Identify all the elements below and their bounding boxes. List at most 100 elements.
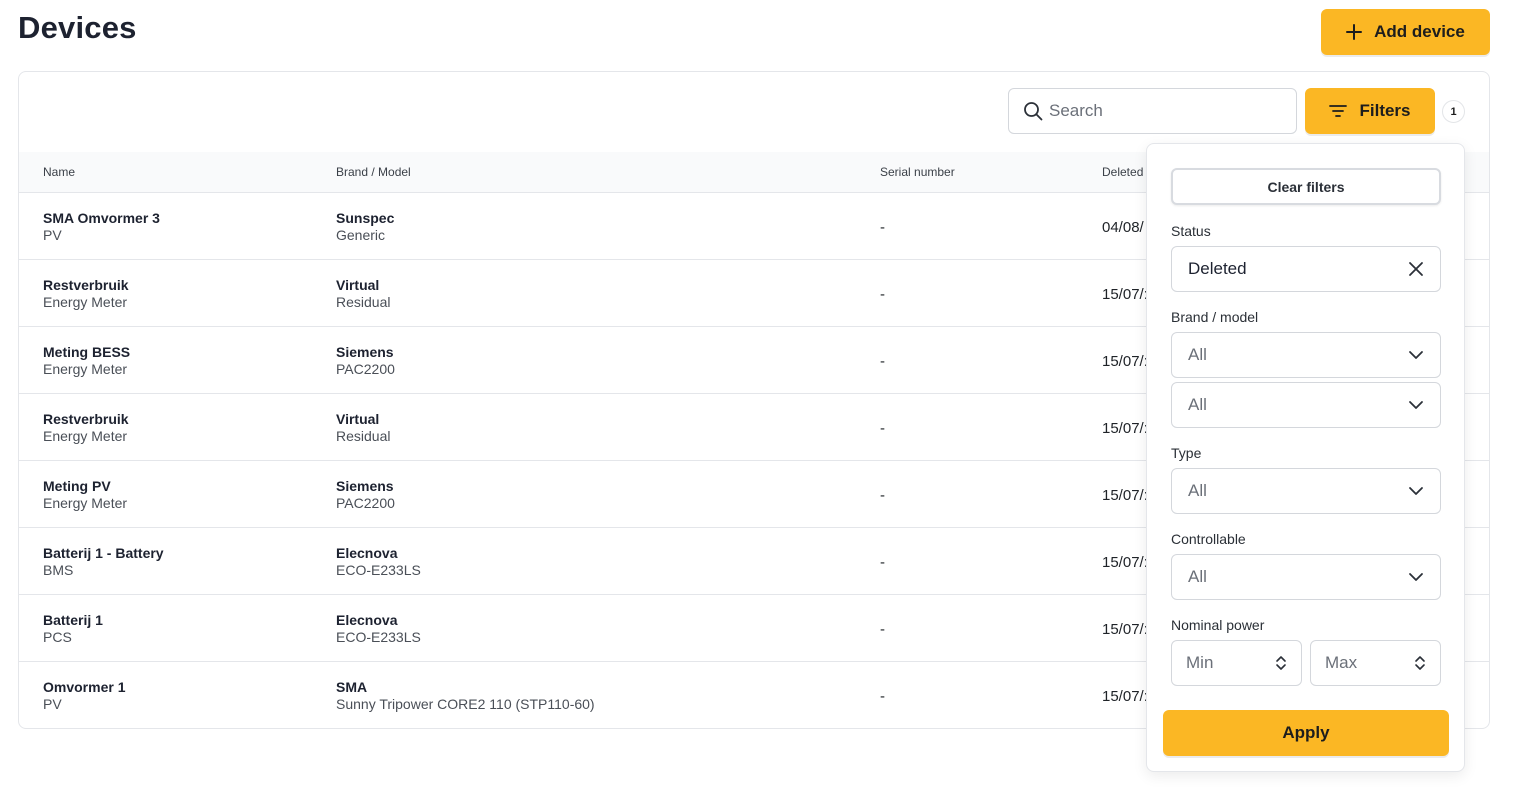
serial-number-cell: - bbox=[880, 688, 885, 705]
deleted-date-cell: 15/07/: bbox=[1102, 554, 1148, 571]
device-model: PAC2200 bbox=[336, 361, 395, 377]
max-placeholder: Max bbox=[1325, 653, 1358, 672]
device-name-cell: Restverbruik Energy Meter bbox=[43, 277, 129, 311]
brand-model-cell: Virtual Residual bbox=[336, 277, 390, 311]
device-brand: Siemens bbox=[336, 478, 394, 494]
active-filters-badge: 1 bbox=[1442, 100, 1465, 123]
serial-number-cell: - bbox=[880, 286, 885, 303]
device-type: BMS bbox=[43, 562, 74, 578]
brand-model-cell: SMA Sunny Tripower CORE2 110 (STP110-60) bbox=[336, 679, 595, 713]
device-name: Batterij 1 - Battery bbox=[43, 545, 164, 561]
deleted-date-cell: 15/07/: bbox=[1102, 688, 1148, 705]
device-name-cell: Batterij 1 PCS bbox=[43, 612, 103, 646]
filter-panel: Clear filters Status Deleted Brand / mod… bbox=[1146, 143, 1465, 772]
device-model: Sunny Tripower CORE2 110 (STP110-60) bbox=[336, 696, 595, 712]
brand-model-cell: Virtual Residual bbox=[336, 411, 390, 445]
device-name-cell: Omvormer 1 PV bbox=[43, 679, 125, 713]
clear-filters-button[interactable]: Clear filters bbox=[1171, 168, 1441, 205]
column-header-deleted[interactable]: Deleted bbox=[1102, 165, 1143, 179]
nominal-power-max-input[interactable]: Max bbox=[1310, 640, 1441, 686]
chevron-down-icon bbox=[1409, 573, 1423, 581]
device-brand: Elecnova bbox=[336, 612, 398, 628]
type-value: All bbox=[1188, 481, 1207, 500]
controllable-label: Controllable bbox=[1171, 531, 1246, 547]
deleted-date-cell: 15/07/: bbox=[1102, 487, 1148, 504]
device-model: Residual bbox=[336, 428, 391, 444]
device-name-cell: Restverbruik Energy Meter bbox=[43, 411, 129, 445]
device-type: PCS bbox=[43, 629, 72, 645]
device-name-cell: Meting BESS Energy Meter bbox=[43, 344, 130, 378]
device-name-cell: SMA Omvormer 3 PV bbox=[43, 210, 160, 244]
serial-number-cell: - bbox=[880, 487, 885, 504]
device-type: Energy Meter bbox=[43, 495, 128, 511]
filters-button[interactable]: Filters bbox=[1305, 88, 1435, 134]
device-name: Restverbruik bbox=[43, 411, 129, 427]
device-name: Meting BESS bbox=[43, 344, 131, 360]
apply-button[interactable]: Apply bbox=[1163, 710, 1449, 756]
nominal-power-label: Nominal power bbox=[1171, 617, 1265, 633]
deleted-date-cell: 04/08/ bbox=[1102, 219, 1144, 236]
serial-number-cell: - bbox=[880, 420, 885, 437]
device-model: Generic bbox=[336, 227, 386, 243]
device-name: SMA Omvormer 3 bbox=[43, 210, 160, 226]
page-title: Devices bbox=[18, 10, 137, 45]
brand-model-cell: Elecnova ECO-E233LS bbox=[336, 612, 421, 646]
device-model: PAC2200 bbox=[336, 495, 395, 511]
status-select[interactable]: Deleted bbox=[1171, 246, 1441, 292]
search-icon bbox=[1024, 102, 1043, 121]
chevron-down-icon bbox=[1409, 401, 1423, 409]
type-label: Type bbox=[1171, 445, 1202, 461]
status-value: Deleted bbox=[1188, 259, 1247, 278]
serial-number-cell: - bbox=[880, 621, 885, 638]
device-name: Batterij 1 bbox=[43, 612, 103, 628]
brand-value: All bbox=[1188, 345, 1207, 364]
column-header-name[interactable]: Name bbox=[43, 165, 75, 179]
brand-model-cell: Siemens PAC2200 bbox=[336, 478, 395, 512]
controllable-value: All bbox=[1188, 567, 1207, 586]
serial-number-cell: - bbox=[880, 219, 885, 236]
close-icon[interactable] bbox=[1408, 261, 1424, 277]
search-box[interactable] bbox=[1008, 88, 1297, 134]
model-select[interactable]: All bbox=[1171, 382, 1441, 428]
serial-number-cell: - bbox=[880, 554, 885, 571]
device-name: Omvormer 1 bbox=[43, 679, 126, 695]
type-select[interactable]: All bbox=[1171, 468, 1441, 514]
deleted-date-cell: 15/07/: bbox=[1102, 621, 1148, 638]
nominal-power-min-input[interactable]: Min bbox=[1171, 640, 1302, 686]
device-brand: Virtual bbox=[336, 277, 380, 293]
brand-model-cell: Sunspec Generic bbox=[336, 210, 394, 244]
model-value: All bbox=[1188, 395, 1207, 414]
column-header-serial-number[interactable]: Serial number bbox=[880, 165, 955, 179]
brand-model-cell: Siemens PAC2200 bbox=[336, 344, 395, 378]
status-label: Status bbox=[1171, 223, 1211, 239]
chevron-down-icon bbox=[1409, 487, 1423, 495]
device-brand: Siemens bbox=[336, 344, 394, 360]
device-model: ECO-E233LS bbox=[336, 562, 421, 578]
up-down-icon[interactable] bbox=[1414, 654, 1426, 672]
brand-select[interactable]: All bbox=[1171, 332, 1441, 378]
add-device-button[interactable]: Add device bbox=[1321, 9, 1490, 55]
device-type: Energy Meter bbox=[43, 428, 128, 444]
serial-number-cell: - bbox=[880, 353, 885, 370]
device-type: PV bbox=[43, 696, 62, 712]
device-model: ECO-E233LS bbox=[336, 629, 421, 645]
filter-lines-icon bbox=[1329, 105, 1348, 117]
device-brand: Sunspec bbox=[336, 210, 395, 226]
brand-model-label: Brand / model bbox=[1171, 309, 1259, 325]
device-model: Residual bbox=[336, 294, 391, 310]
column-header-brand-model[interactable]: Brand / Model bbox=[336, 165, 411, 179]
device-name: Meting PV bbox=[43, 478, 111, 494]
up-down-icon[interactable] bbox=[1275, 654, 1287, 672]
device-name-cell: Meting PV Energy Meter bbox=[43, 478, 127, 512]
device-name-cell: Batterij 1 - Battery BMS bbox=[43, 545, 164, 579]
controllable-select[interactable]: All bbox=[1171, 554, 1441, 600]
deleted-date-cell: 15/07/: bbox=[1102, 353, 1148, 370]
add-device-label: Add device bbox=[1374, 22, 1465, 41]
plus-icon bbox=[1346, 24, 1363, 40]
filters-label: Filters bbox=[1359, 101, 1411, 120]
search-input[interactable] bbox=[1049, 101, 1279, 121]
device-name: Restverbruik bbox=[43, 277, 129, 293]
device-brand: Elecnova bbox=[336, 545, 398, 561]
deleted-date-cell: 15/07/: bbox=[1102, 420, 1148, 437]
device-brand: SMA bbox=[336, 679, 368, 695]
